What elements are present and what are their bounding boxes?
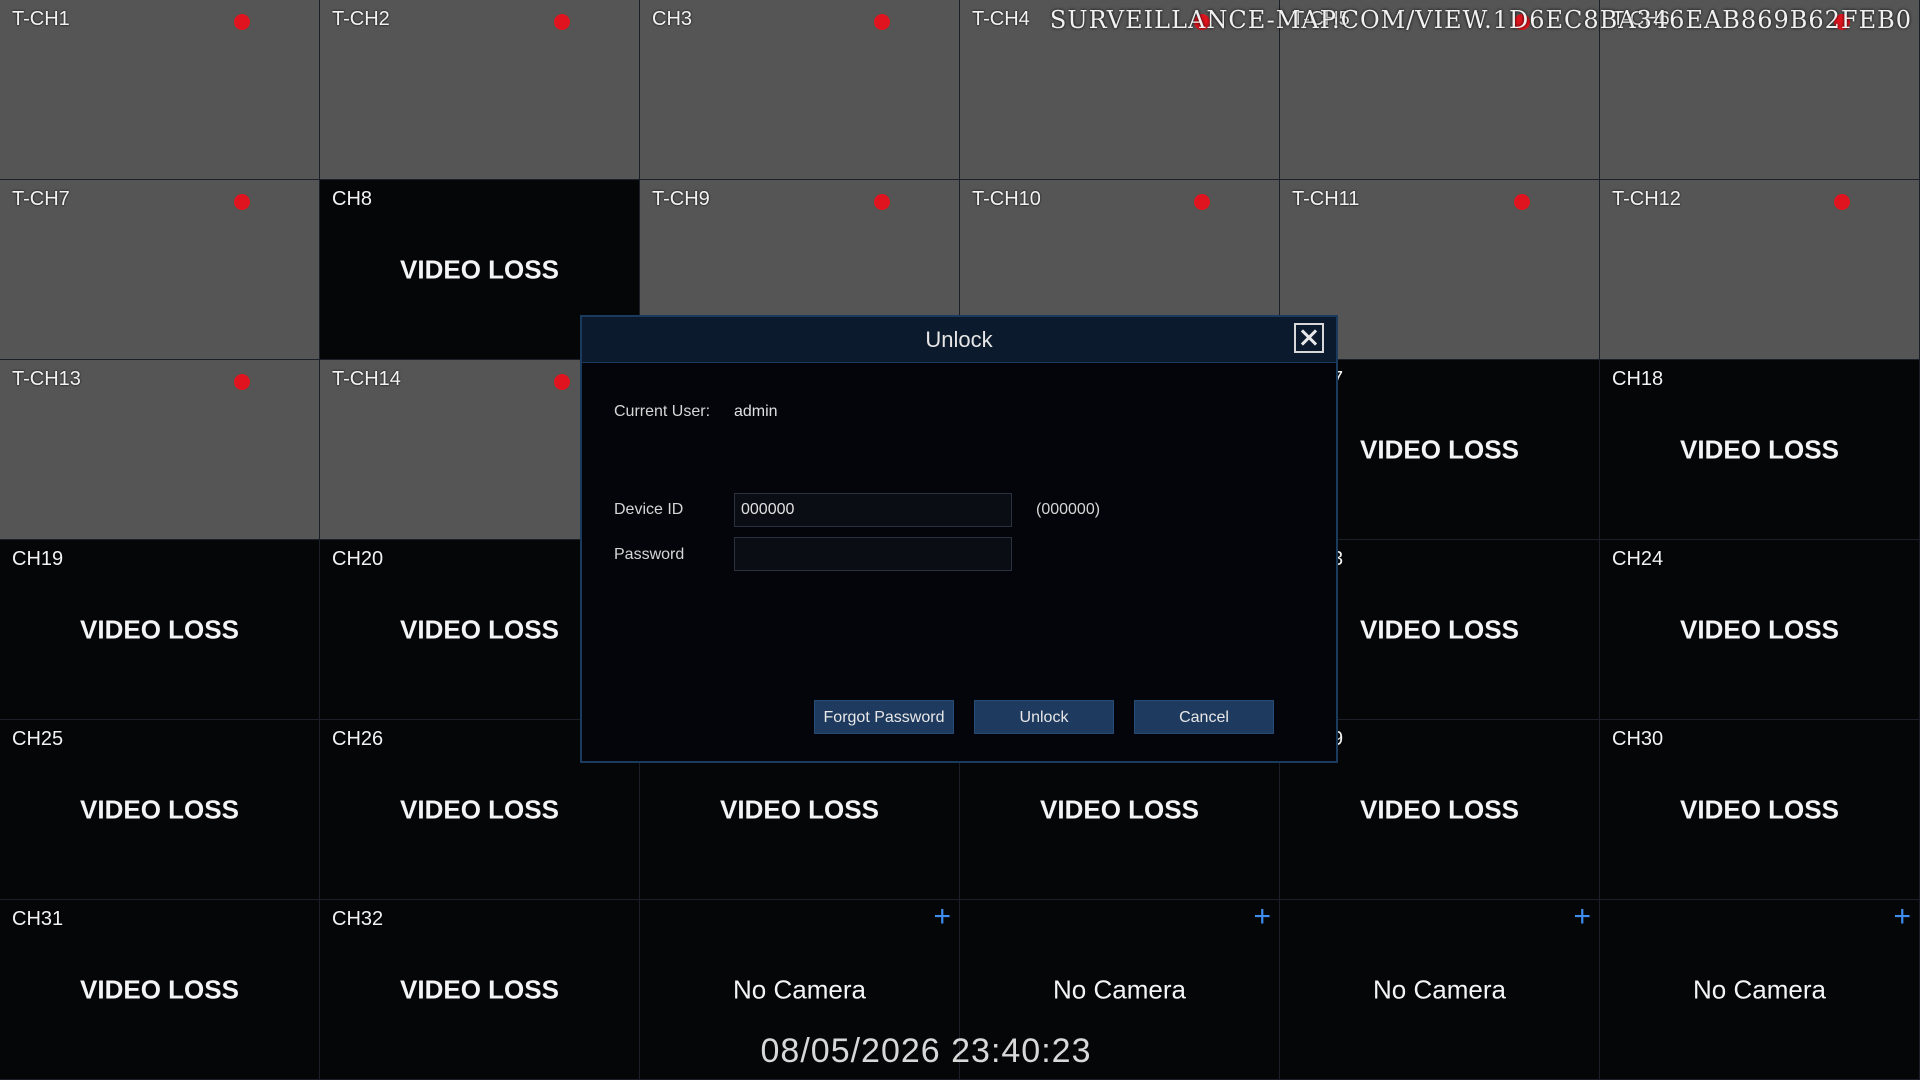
channel-label: CH26 — [332, 728, 384, 750]
channel-label: CH3 — [652, 8, 693, 30]
device-id-field[interactable] — [734, 493, 1012, 527]
record-indicator-icon — [554, 14, 570, 30]
close-icon[interactable] — [1294, 323, 1324, 353]
channel-label: CH31 — [12, 908, 64, 930]
no-camera-text: No Camera — [733, 974, 866, 1004]
channel-label: T-CH2 — [332, 8, 390, 30]
device-id-hint: (000000) — [1036, 501, 1101, 518]
channel-label: T-CH7 — [12, 188, 70, 210]
channel-label: CH20 — [332, 548, 384, 570]
camera-tile[interactable]: CH25 VIDEO LOSS — [0, 720, 320, 900]
channel-label: T-CH10 — [972, 188, 1041, 210]
channel-label: T-CH9 — [652, 188, 710, 210]
no-camera-text: No Camera — [1693, 974, 1826, 1004]
device-id-label: Device ID — [614, 501, 684, 518]
record-indicator-icon — [1194, 194, 1210, 210]
camera-tile[interactable]: T-CH13 — [0, 360, 320, 540]
channel-label: T-CH14 — [332, 368, 401, 390]
dialog-title: Unlock — [925, 327, 993, 352]
video-loss-text: VIDEO LOSS — [400, 974, 559, 1004]
add-camera-icon[interactable]: + — [1253, 902, 1271, 932]
record-indicator-icon — [1514, 194, 1530, 210]
channel-label: T-CH1 — [12, 8, 70, 30]
channel-label: CH19 — [12, 548, 64, 570]
video-loss-text: VIDEO LOSS — [400, 794, 559, 824]
dialog-titlebar: Unlock — [582, 317, 1336, 363]
password-label: Password — [614, 546, 685, 563]
add-camera-icon[interactable]: + — [1893, 902, 1911, 932]
video-loss-text: VIDEO LOSS — [400, 254, 559, 284]
video-loss-text: VIDEO LOSS — [1040, 794, 1199, 824]
record-indicator-icon — [874, 194, 890, 210]
camera-tile[interactable]: CH18 VIDEO LOSS — [1600, 360, 1920, 540]
record-indicator-icon — [874, 14, 890, 30]
add-camera-icon[interactable]: + — [933, 902, 951, 932]
no-camera-text: No Camera — [1373, 974, 1506, 1004]
add-camera-icon[interactable]: + — [1573, 902, 1591, 932]
record-indicator-icon — [234, 14, 250, 30]
video-loss-text: VIDEO LOSS — [1680, 614, 1839, 644]
video-loss-text: VIDEO LOSS — [1360, 794, 1519, 824]
channel-label: T-CH13 — [12, 368, 81, 390]
channel-label: T-CH4 — [972, 8, 1030, 30]
video-loss-text: VIDEO LOSS — [80, 794, 239, 824]
video-loss-text: VIDEO LOSS — [80, 974, 239, 1004]
record-indicator-icon — [234, 374, 250, 390]
record-indicator-icon — [1834, 194, 1850, 210]
unlock-dialog: Unlock Current User: admin Device ID (00… — [580, 315, 1338, 763]
video-loss-text: VIDEO LOSS — [1680, 794, 1839, 824]
forgot-password-button[interactable]: Forgot Password — [814, 700, 954, 734]
system-timestamp: 08/05/2026 23:40:23 — [760, 1032, 1092, 1070]
channel-label: T-CH11 — [1292, 188, 1360, 210]
camera-tile[interactable]: CH24 VIDEO LOSS — [1600, 540, 1920, 720]
watermark-text: SURVEILLANCE-MAP.COM/VIEW.1D6EC8BA346EAB… — [1049, 6, 1912, 34]
channel-label: CH8 — [332, 188, 373, 210]
record-indicator-icon — [234, 194, 250, 210]
channel-label: T-CH12 — [1612, 188, 1681, 210]
channel-label: CH18 — [1612, 368, 1664, 390]
video-loss-text: VIDEO LOSS — [80, 614, 239, 644]
camera-tile[interactable]: CH3 — [640, 0, 960, 180]
record-indicator-icon — [554, 374, 570, 390]
cancel-button[interactable]: Cancel — [1134, 700, 1274, 734]
video-loss-text: VIDEO LOSS — [720, 794, 879, 824]
password-field[interactable] — [734, 537, 1012, 571]
unlock-button[interactable]: Unlock — [974, 700, 1114, 734]
camera-tile[interactable]: CH19 VIDEO LOSS — [0, 540, 320, 720]
camera-tile[interactable]: CH30 VIDEO LOSS — [1600, 720, 1920, 900]
current-user-label: Current User: — [614, 403, 711, 420]
channel-label: CH24 — [1612, 548, 1664, 570]
camera-tile[interactable]: T-CH12 — [1600, 180, 1920, 360]
channel-label: CH32 — [332, 908, 384, 930]
no-camera-text: No Camera — [1053, 974, 1186, 1004]
channel-label: CH25 — [12, 728, 64, 750]
video-loss-text: VIDEO LOSS — [1680, 434, 1839, 464]
channel-label: CH30 — [1612, 728, 1664, 750]
current-user-value: admin — [734, 403, 778, 420]
camera-tile[interactable]: T-CH7 — [0, 180, 320, 360]
camera-tile[interactable]: T-CH2 — [320, 0, 640, 180]
camera-tile[interactable]: T-CH1 — [0, 0, 320, 180]
